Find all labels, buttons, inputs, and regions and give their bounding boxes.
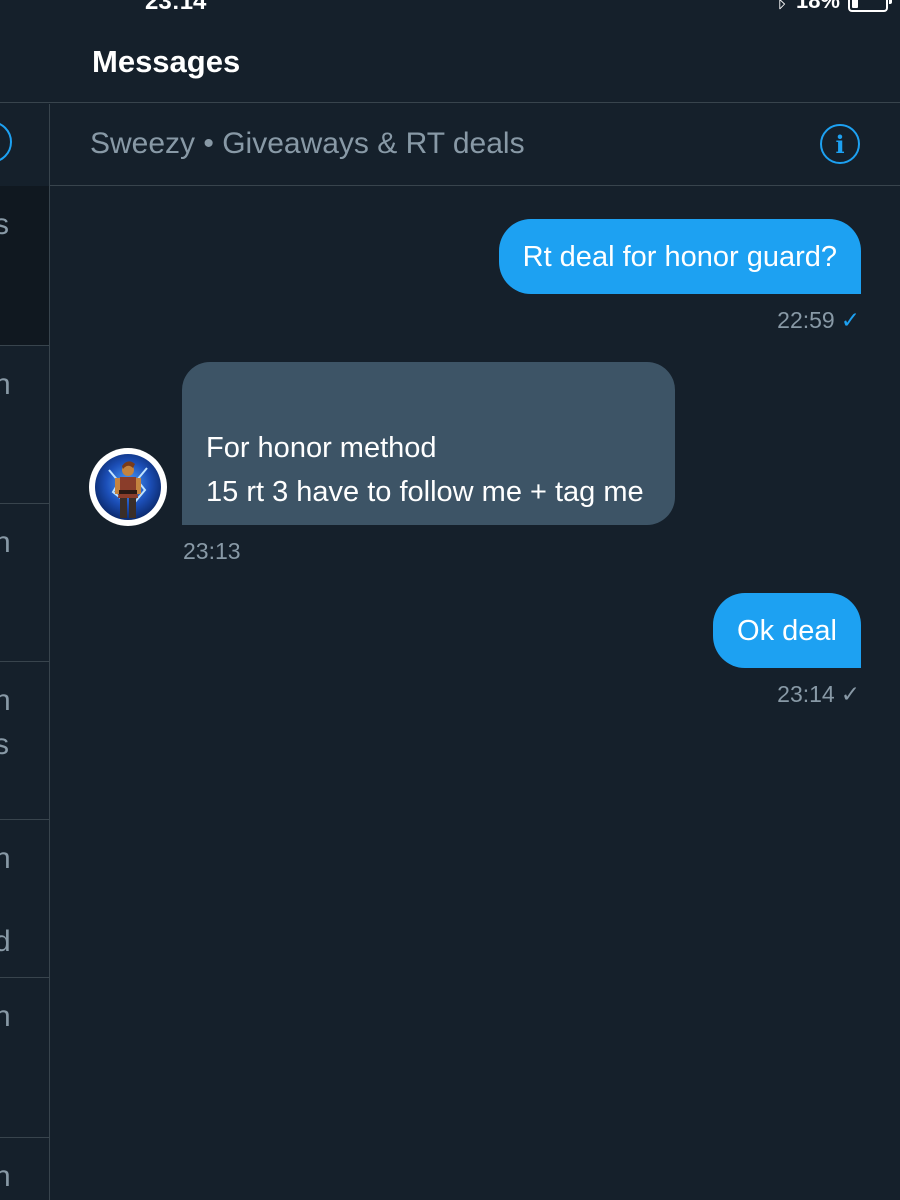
compose-icon[interactable] [0, 121, 12, 163]
avatar[interactable] [89, 448, 167, 526]
message-timestamp: 22:59 ✓ [777, 307, 860, 334]
battery-level-fill [852, 0, 858, 8]
delivered-receipt-icon: ✓ [840, 681, 860, 707]
message-time: 22:59 [777, 307, 835, 333]
conversation-snippet: n [0, 684, 11, 718]
status-indicators: ᛒ 18% [775, 0, 892, 14]
conversation-snippet: d [0, 925, 11, 959]
message-text: Ok deal [737, 615, 837, 647]
conversation-list-item[interactable]: n [0, 1138, 49, 1200]
conversation-list-item[interactable]: n s [0, 662, 49, 820]
conversation-snippet: s [0, 208, 9, 242]
conversation-snippet: n [0, 526, 11, 560]
battery-percent: 18% [795, 0, 840, 13]
incoming-message-bubble[interactable]: For honor method 15 rt 3 have to follow … [182, 362, 675, 525]
conversation-snippet: s [0, 728, 9, 762]
read-receipt-icon: ✓ [840, 307, 860, 333]
message-timestamp: 23:14 ✓ [777, 681, 860, 708]
bluetooth-icon: ᛒ [775, 0, 788, 12]
info-icon[interactable]: i [820, 124, 860, 164]
conversation-snippet: n [0, 1160, 11, 1194]
outgoing-message-bubble[interactable]: Ok deal [713, 593, 861, 668]
conversation-snippet: n [0, 368, 11, 402]
conversation-list-sidebar: s n n n s n d n n [0, 104, 50, 1200]
conversation-header: Sweezy • Giveaways & RT deals i [50, 104, 900, 186]
sidebar-header [0, 104, 49, 187]
status-bar: 23:14 ᛒ 18% [0, 0, 900, 20]
battery-icon [848, 0, 892, 12]
message-timestamp: 23:13 [183, 538, 241, 565]
outgoing-message-bubble[interactable]: Rt deal for honor guard? [498, 219, 861, 294]
message-time: 23:14 [777, 681, 835, 707]
conversation-list-item[interactable]: n [0, 978, 49, 1138]
page-title: Messages [92, 44, 241, 79]
conversation-snippet: n [0, 1000, 11, 1034]
conversation-title: Sweezy • Giveaways & RT deals [90, 127, 525, 160]
message-time: 23:13 [183, 538, 241, 564]
conversation-list-item[interactable]: s [0, 186, 49, 346]
battery-tip [889, 0, 892, 4]
conversation-list-item[interactable]: n [0, 504, 49, 662]
message-text: For honor method 15 rt 3 have to follow … [206, 432, 644, 508]
conversation-list-item[interactable]: n d [0, 820, 49, 978]
status-time: 23:14 [145, 0, 207, 15]
conversation-snippet: n [0, 842, 11, 876]
conversation-list-item[interactable]: n [0, 346, 49, 504]
avatar-image [95, 454, 161, 520]
message-text: Rt deal for honor guard? [522, 241, 837, 273]
top-header: Messages [0, 20, 900, 103]
